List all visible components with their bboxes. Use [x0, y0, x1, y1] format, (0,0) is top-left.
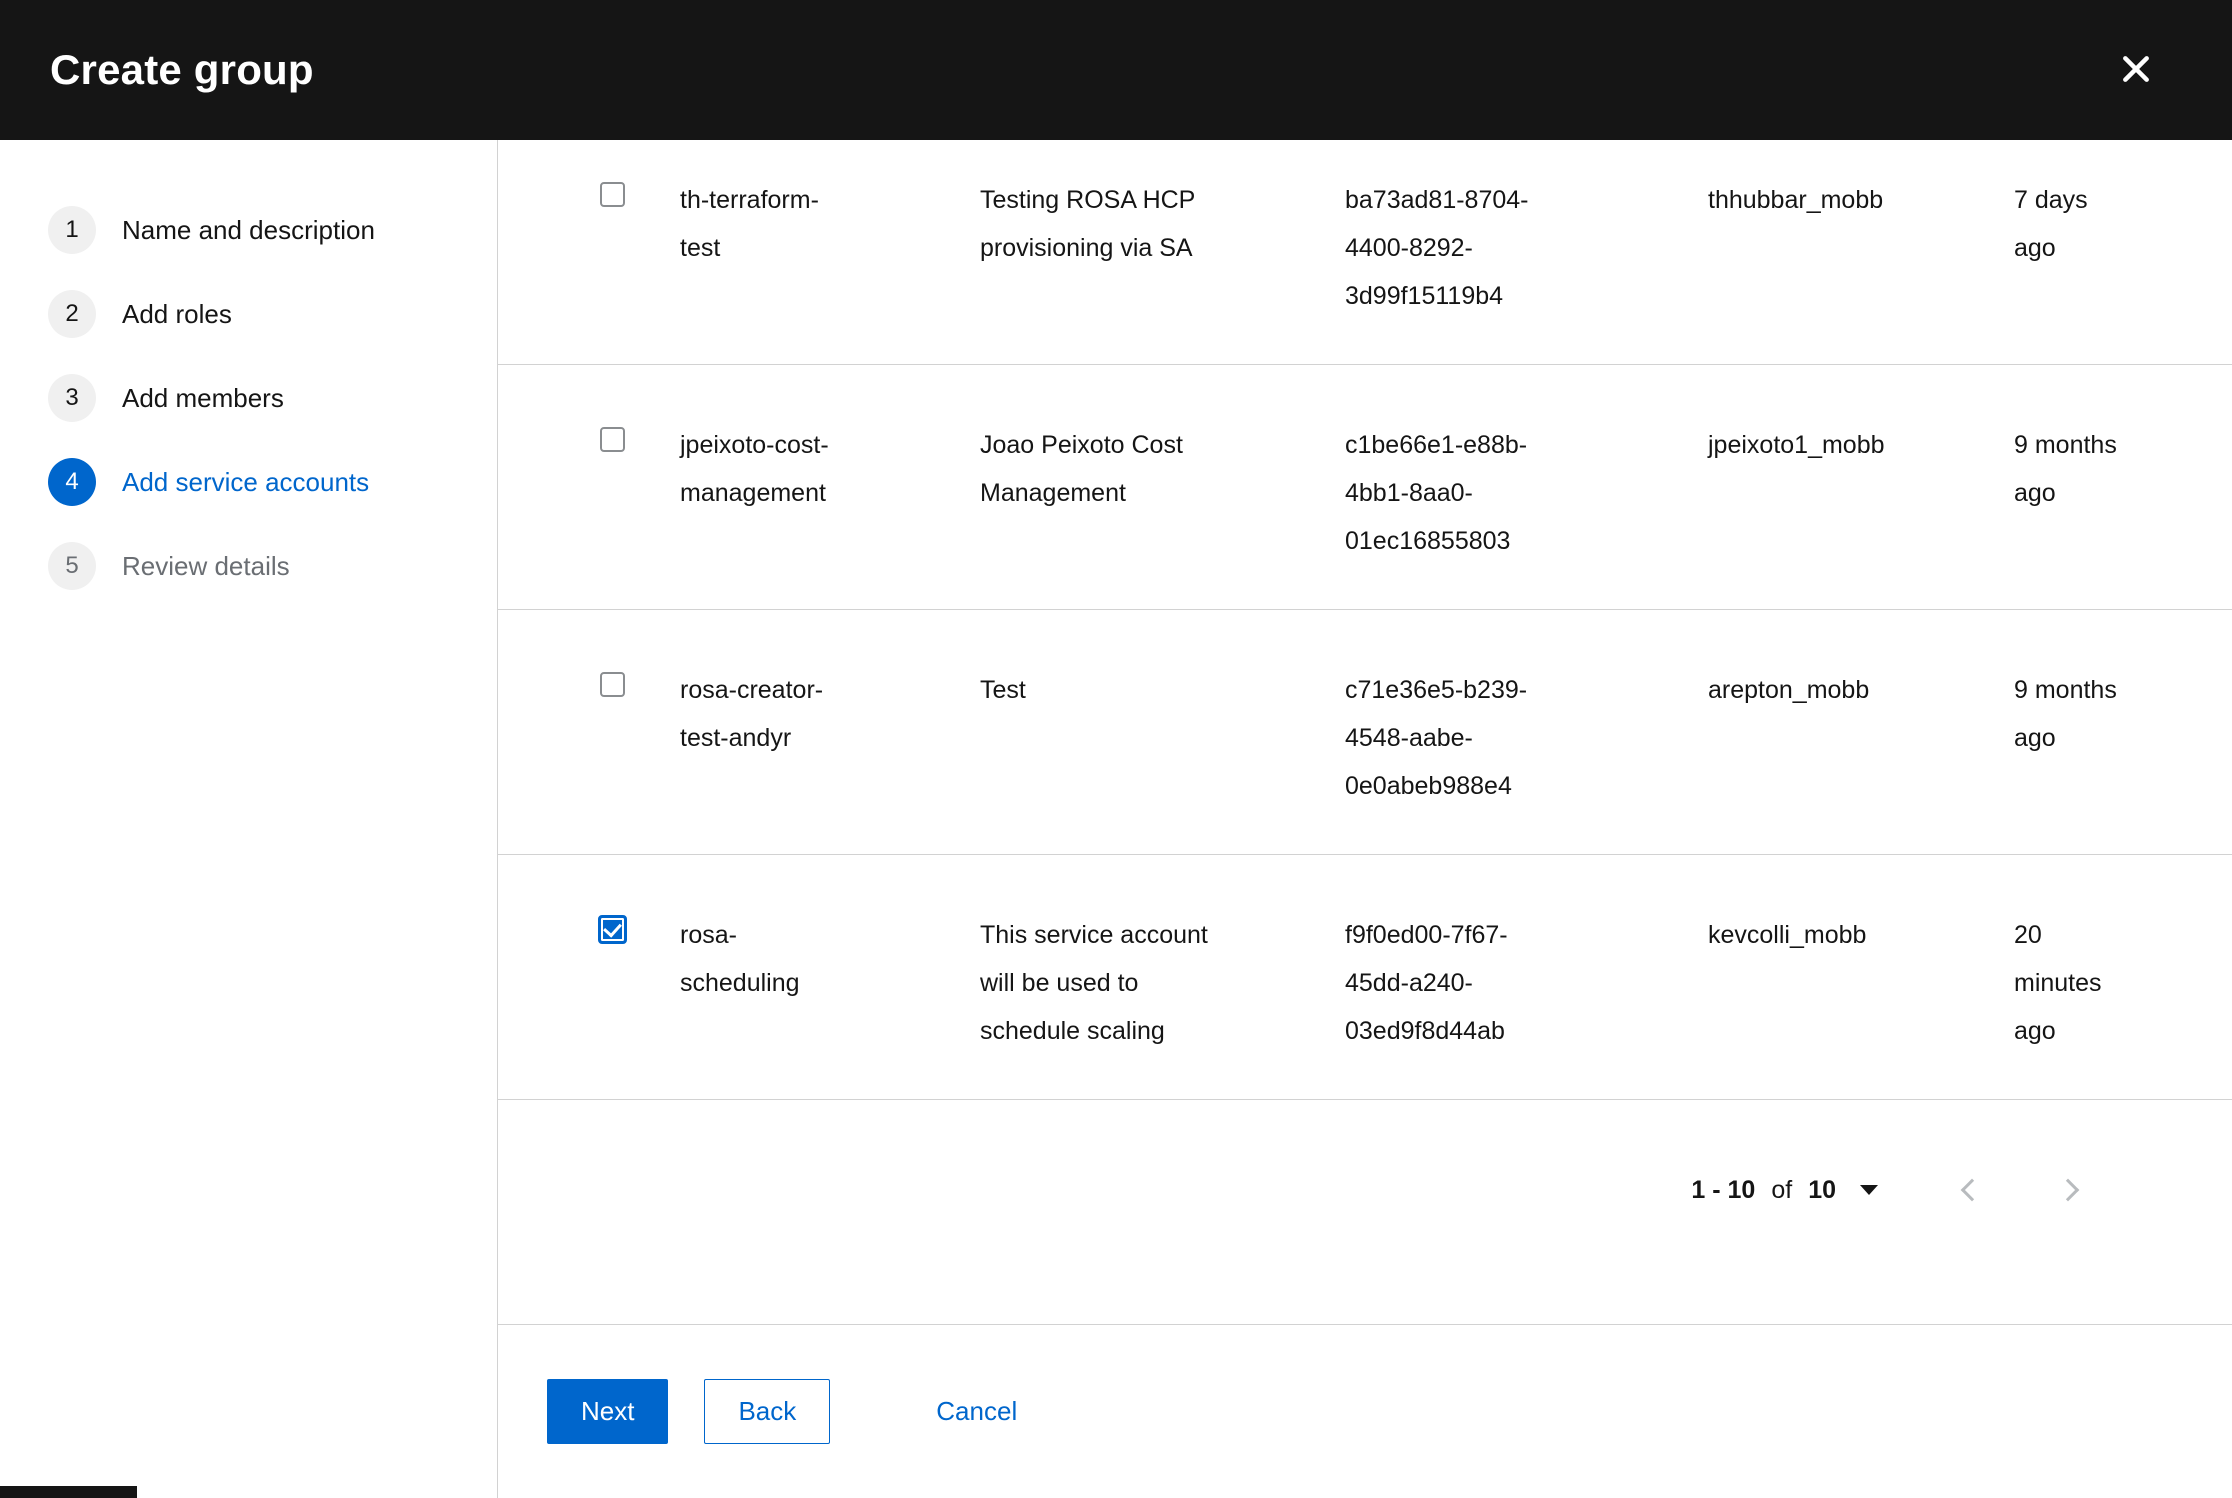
modal-body: 1 Name and description 2 Add roles 3 Add… — [0, 140, 2232, 1498]
service-account-client-id: c1be66e1-e88b-4bb1-8aa0-01ec16855803 — [1345, 431, 1528, 555]
row-checkbox[interactable] — [598, 915, 627, 944]
service-account-client-id: ba73ad81-8704-4400-8292-3d99f15119b4 — [1345, 186, 1529, 310]
step-number-badge: 2 — [48, 290, 96, 338]
create-group-modal: Create group 1 Name and description 2 Ad… — [0, 0, 2232, 1498]
service-account-client-id: f9f0ed00-7f67-45dd-a240-03ed9f8d44ab — [1345, 921, 1508, 1045]
back-button[interactable]: Back — [704, 1379, 831, 1444]
service-account-created: 7 days ago — [2014, 186, 2088, 262]
pagination-next-button[interactable] — [2044, 1166, 2092, 1214]
checkbox-cell — [600, 421, 680, 565]
chevron-down-icon — [1860, 1185, 1878, 1195]
close-icon — [2120, 53, 2152, 88]
step-label: Name and description — [122, 214, 375, 245]
step-number-badge: 3 — [48, 374, 96, 422]
pagination-range: 1 - 10 — [1691, 1175, 1756, 1204]
service-account-name: jpeixoto-cost-management — [680, 431, 829, 507]
next-button[interactable]: Next — [547, 1379, 669, 1444]
checkbox-cell — [600, 666, 680, 810]
wizard-step-name-and-description[interactable]: 1 Name and description — [0, 188, 497, 272]
table-row: rosa-scheduling This service account wil… — [498, 855, 2232, 1100]
cancel-button[interactable]: Cancel — [926, 1380, 1027, 1443]
service-account-created: 9 months ago — [2014, 431, 2117, 507]
service-account-created: 20 minutes ago — [2014, 921, 2102, 1045]
service-account-name: rosa-scheduling — [680, 921, 800, 997]
close-button[interactable] — [2104, 38, 2168, 102]
table-row: rosa-creator-test-andyr Test c71e36e5-b2… — [498, 610, 2232, 855]
chevron-right-icon — [2056, 1178, 2080, 1202]
checkbox-cell — [600, 176, 680, 320]
checkbox-cell — [598, 911, 680, 1055]
service-account-owner: kevcolli_mobb — [1708, 921, 1867, 949]
step-label: Add members — [122, 382, 284, 413]
wizard-footer: Next Back Cancel — [498, 1324, 2232, 1498]
service-account-owner: arepton_mobb — [1708, 676, 1870, 704]
service-account-client-id: c71e36e5-b239-4548-aabe-0e0abeb988e4 — [1345, 676, 1528, 800]
service-account-description: Joao Peixoto Cost Management — [980, 431, 1183, 507]
service-account-description: Testing ROSA HCP provisioning via SA — [980, 186, 1195, 262]
service-account-description: This service account will be used to sch… — [980, 921, 1208, 1045]
table-row: jpeixoto-cost-management Joao Peixoto Co… — [498, 365, 2232, 610]
step-label: Add roles — [122, 298, 232, 329]
wizard-step-add-roles[interactable]: 2 Add roles — [0, 272, 497, 356]
row-checkbox[interactable] — [600, 427, 625, 452]
service-account-owner: thhubbar_mobb — [1708, 186, 1884, 214]
pagination-menu-toggle[interactable]: 1 - 10 of 10 — [1691, 1176, 1878, 1205]
step-label: Add service accounts — [122, 466, 370, 497]
pagination: 1 - 10 of 10 — [498, 1100, 2232, 1214]
row-checkbox[interactable] — [600, 672, 625, 697]
step-label: Review details — [122, 550, 290, 581]
chevron-left-icon — [1960, 1178, 1984, 1202]
pagination-of-label: of — [1771, 1175, 1793, 1204]
pagination-prev-button[interactable] — [1948, 1166, 1996, 1214]
service-account-name: th-terraform-test — [680, 186, 819, 262]
step-number-badge: 1 — [48, 206, 96, 254]
wizard-nav: 1 Name and description 2 Add roles 3 Add… — [0, 140, 498, 1498]
pagination-total: 10 — [1808, 1175, 1836, 1204]
row-checkbox[interactable] — [600, 182, 625, 207]
service-accounts-table: th-terraform-test Testing ROSA HCP provi… — [498, 140, 2232, 1100]
table-row: th-terraform-test Testing ROSA HCP provi… — [498, 140, 2232, 365]
step-number-badge: 4 — [48, 458, 96, 506]
modal-header: Create group — [0, 0, 2232, 140]
background-page-fragment — [0, 1486, 137, 1498]
service-account-name: rosa-creator-test-andyr — [680, 676, 824, 752]
service-account-owner: jpeixoto1_mobb — [1708, 431, 1885, 459]
page-title: Create group — [50, 46, 314, 93]
service-account-description: Test — [980, 676, 1026, 704]
wizard-step-review-details[interactable]: 5 Review details — [0, 524, 497, 608]
wizard-step-add-members[interactable]: 3 Add members — [0, 356, 497, 440]
main-content: th-terraform-test Testing ROSA HCP provi… — [498, 140, 2232, 1498]
service-account-created: 9 months ago — [2014, 676, 2117, 752]
step-number-badge: 5 — [48, 542, 96, 590]
wizard-step-add-service-accounts[interactable]: 4 Add service accounts — [0, 440, 497, 524]
